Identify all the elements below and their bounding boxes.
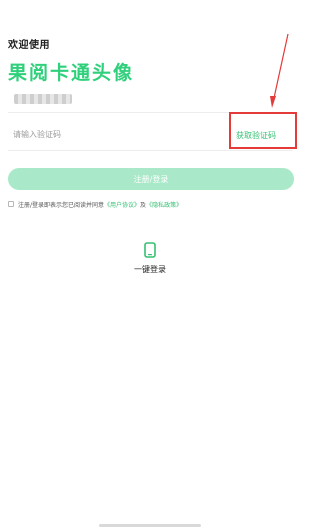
one-click-login-label: 一键登录 bbox=[134, 265, 166, 274]
agreement-checkbox[interactable] bbox=[8, 201, 14, 207]
agreement-row: 注册/登录即表示您已阅读并同意 《用户协议》 及 《隐私政策》 bbox=[8, 198, 182, 210]
get-code-button[interactable]: 获取验证码 bbox=[236, 130, 276, 141]
user-agreement-link[interactable]: 《用户协议》 bbox=[104, 200, 140, 209]
greeting-text: 欢迎使用 bbox=[8, 40, 50, 51]
masked-phone-number bbox=[14, 94, 72, 104]
privacy-policy-link[interactable]: 《隐私政策》 bbox=[146, 200, 182, 209]
one-click-login[interactable]: 一键登录 bbox=[120, 242, 180, 275]
app-title: 果阅卡通头像 bbox=[8, 62, 135, 84]
verification-code-input[interactable] bbox=[13, 126, 193, 142]
home-indicator bbox=[99, 524, 201, 527]
phone-number-field[interactable] bbox=[8, 86, 292, 113]
agreement-text: 注册/登录即表示您已阅读并同意 bbox=[18, 201, 105, 209]
register-login-button[interactable]: 注册/登录 bbox=[8, 168, 294, 190]
phone-icon bbox=[144, 242, 156, 258]
